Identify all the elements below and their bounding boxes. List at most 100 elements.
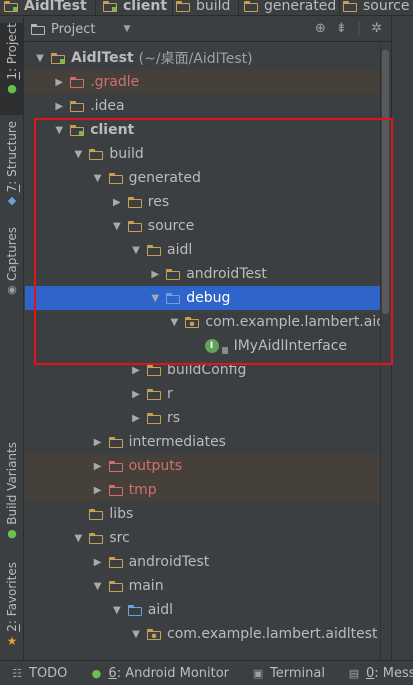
folder-icon — [70, 100, 85, 112]
tree-row[interactable]: ▶ outputs — [25, 454, 380, 478]
expand-arrow-down-icon[interactable]: ▼ — [71, 147, 85, 161]
tree-row[interactable]: ▼ main — [25, 574, 380, 598]
package-icon — [185, 316, 200, 328]
tree-row[interactable]: ▼ com.example.lambert.aid — [25, 310, 380, 334]
breadcrumb-item-build[interactable]: build — [176, 0, 230, 15]
tree-item-label: debug — [186, 290, 231, 306]
tree-row[interactable]: ▼ aidl — [25, 598, 380, 622]
tab-structure[interactable]: 7: Structure ◆ — [0, 121, 24, 213]
settings-gear-icon[interactable]: ✲ — [371, 21, 382, 36]
expand-arrow-down-icon[interactable]: ▼ — [148, 291, 162, 305]
bottom-tab-mess[interactable]: ▤ 0: Mess — [347, 666, 413, 681]
tab-favorites[interactable]: 2: Favorites ★ — [0, 562, 24, 654]
expand-arrow-down-icon[interactable]: ▼ — [71, 531, 85, 545]
tab-captures[interactable]: Captures ◉ — [0, 227, 24, 307]
expand-arrow-down-icon[interactable]: ▼ — [129, 627, 143, 641]
scroll-from-source-icon[interactable]: ⊕ — [315, 21, 326, 36]
tree-item-label: main — [128, 578, 164, 594]
tab-build-variants[interactable]: Build Variants ● — [0, 442, 24, 547]
collapse-all-icon[interactable]: ⇟ — [336, 21, 347, 36]
tree-row[interactable]: ▶ .gradle — [25, 70, 380, 94]
excluded-folder-icon — [108, 484, 123, 496]
bottom-tab-terminal[interactable]: ▣ Terminal — [251, 666, 325, 681]
expand-arrow-right-icon[interactable]: ▶ — [91, 459, 105, 473]
folder-icon — [127, 220, 142, 232]
tree-row[interactable]: ▼ source — [25, 214, 380, 238]
folder-icon — [108, 580, 123, 592]
tree-row[interactable]: ▼ AidlTest (~/桌面/AidlTest) — [25, 46, 380, 70]
tree-item-label: res — [147, 194, 170, 210]
tree-row[interactable]: ▼ build — [25, 142, 380, 166]
todo-icon: ☷ — [12, 666, 22, 680]
bottom-tab-android-monitor[interactable]: ● 6: Android Monitor — [89, 666, 229, 681]
tree-row[interactable]: ▼ debug — [25, 286, 380, 310]
tree-row[interactable]: ▶ r — [25, 382, 380, 406]
tree-row[interactable]: ▶ .idea — [25, 94, 380, 118]
excluded-folder-icon — [108, 460, 123, 472]
tree-row[interactable]: ▶ buildConfig — [25, 358, 380, 382]
tree-row[interactable]: ▶ tmp — [25, 478, 380, 502]
tree-scrollbar[interactable] — [380, 42, 390, 660]
scrollbar-thumb[interactable] — [382, 50, 389, 314]
breadcrumb-item-generated[interactable]: generated — [244, 0, 336, 15]
bottom-tool-bar: ☷ TODO ● 6: Android Monitor ▣ Terminal ▤ 0: Mes… — [0, 660, 413, 685]
expand-arrow-right-icon[interactable]: ▶ — [129, 411, 143, 425]
tree-row[interactable]: ▶ androidTest — [25, 550, 380, 574]
breadcrumb-item-client[interactable]: client — [103, 0, 167, 15]
tree-item-label: AidlTest — [71, 50, 134, 66]
breadcrumb-item-project[interactable]: AidlTest — [4, 0, 87, 15]
expand-arrow-right-icon[interactable]: ▶ — [91, 555, 105, 569]
folder-icon — [127, 196, 142, 208]
tree-row[interactable]: ▶ res — [25, 190, 380, 214]
expand-arrow-down-icon[interactable]: ▼ — [91, 171, 105, 185]
tree-row[interactable]: ▶ androidTest — [25, 262, 380, 286]
expand-arrow-down-icon[interactable]: ▼ — [91, 579, 105, 593]
expand-arrow-right-icon[interactable]: ▶ — [52, 99, 66, 113]
folder-icon — [166, 268, 181, 280]
source-folder-icon — [127, 604, 142, 616]
folder-icon — [108, 436, 123, 448]
tree-row[interactable]: ▼ generated — [25, 166, 380, 190]
excluded-folder-icon — [70, 76, 85, 88]
android-icon: ● — [91, 666, 102, 680]
expand-arrow-down-icon[interactable]: ▼ — [33, 51, 47, 65]
expand-arrow-down-icon[interactable]: ▼ — [110, 219, 124, 233]
project-view-header: Project ▼ ⊕ ⇟ | ✲ ⇥ — [25, 17, 413, 42]
folder-icon — [147, 244, 161, 256]
tree-row[interactable]: ▼ aidl — [25, 238, 380, 262]
tree-item-path: (~/桌面/AidlTest) — [138, 51, 253, 67]
expand-arrow-right-icon[interactable]: ▶ — [129, 363, 143, 377]
project-tree[interactable]: ▼ AidlTest (~/桌面/AidlTest) ▶ .gradle ▶ .idea ▼ c… — [25, 42, 380, 660]
project-view-toolbar: ⊕ ⇟ | ✲ ⇥ — [315, 21, 403, 36]
tree-row[interactable]: libs — [25, 502, 380, 526]
view-mode-dropdown[interactable]: Project ▼ — [31, 20, 130, 38]
tree-row[interactable]: ▶ intermediates — [25, 430, 380, 454]
tree-item-label: r — [167, 386, 173, 402]
tab-project[interactable]: 1: Project ● — [0, 23, 24, 115]
bottom-tab-todo[interactable]: ☷ TODO — [10, 666, 67, 681]
tree-row[interactable]: ▼ client — [25, 118, 380, 142]
tree-item-label: generated — [128, 170, 201, 186]
bottom-tab-label: 6: Android Monitor — [108, 665, 230, 681]
expand-arrow-down-icon[interactable]: ▼ — [110, 603, 124, 617]
tree-item-label: buildConfig — [167, 362, 247, 378]
captures-icon: ◉ — [7, 282, 17, 296]
tree-row[interactable]: ▶ rs — [25, 406, 380, 430]
folder-icon — [176, 0, 190, 12]
tree-row[interactable]: ▼ com.example.lambert.aidltest — [25, 622, 380, 646]
tree-row[interactable]: ▼ src — [25, 526, 380, 550]
expand-arrow-right-icon[interactable]: ▶ — [91, 435, 105, 449]
expand-arrow-right-icon[interactable]: ▶ — [110, 195, 124, 209]
expand-arrow-down-icon[interactable]: ▼ — [129, 243, 143, 257]
folder-icon — [147, 364, 161, 376]
folder-icon — [343, 0, 357, 12]
expand-arrow-right-icon[interactable]: ▶ — [91, 483, 105, 497]
breadcrumb-item-source[interactable]: source — [343, 0, 410, 15]
expand-arrow-down-icon[interactable]: ▼ — [167, 315, 181, 329]
tree-row[interactable]: I IMyAidlInterface — [25, 334, 380, 358]
expand-arrow-down-icon[interactable]: ▼ — [52, 123, 66, 137]
expand-arrow-right-icon[interactable]: ▶ — [148, 267, 162, 281]
expand-arrow-right-icon[interactable]: ▶ — [129, 387, 143, 401]
tree-item-label: intermediates — [128, 434, 226, 450]
expand-arrow-right-icon[interactable]: ▶ — [52, 75, 66, 89]
